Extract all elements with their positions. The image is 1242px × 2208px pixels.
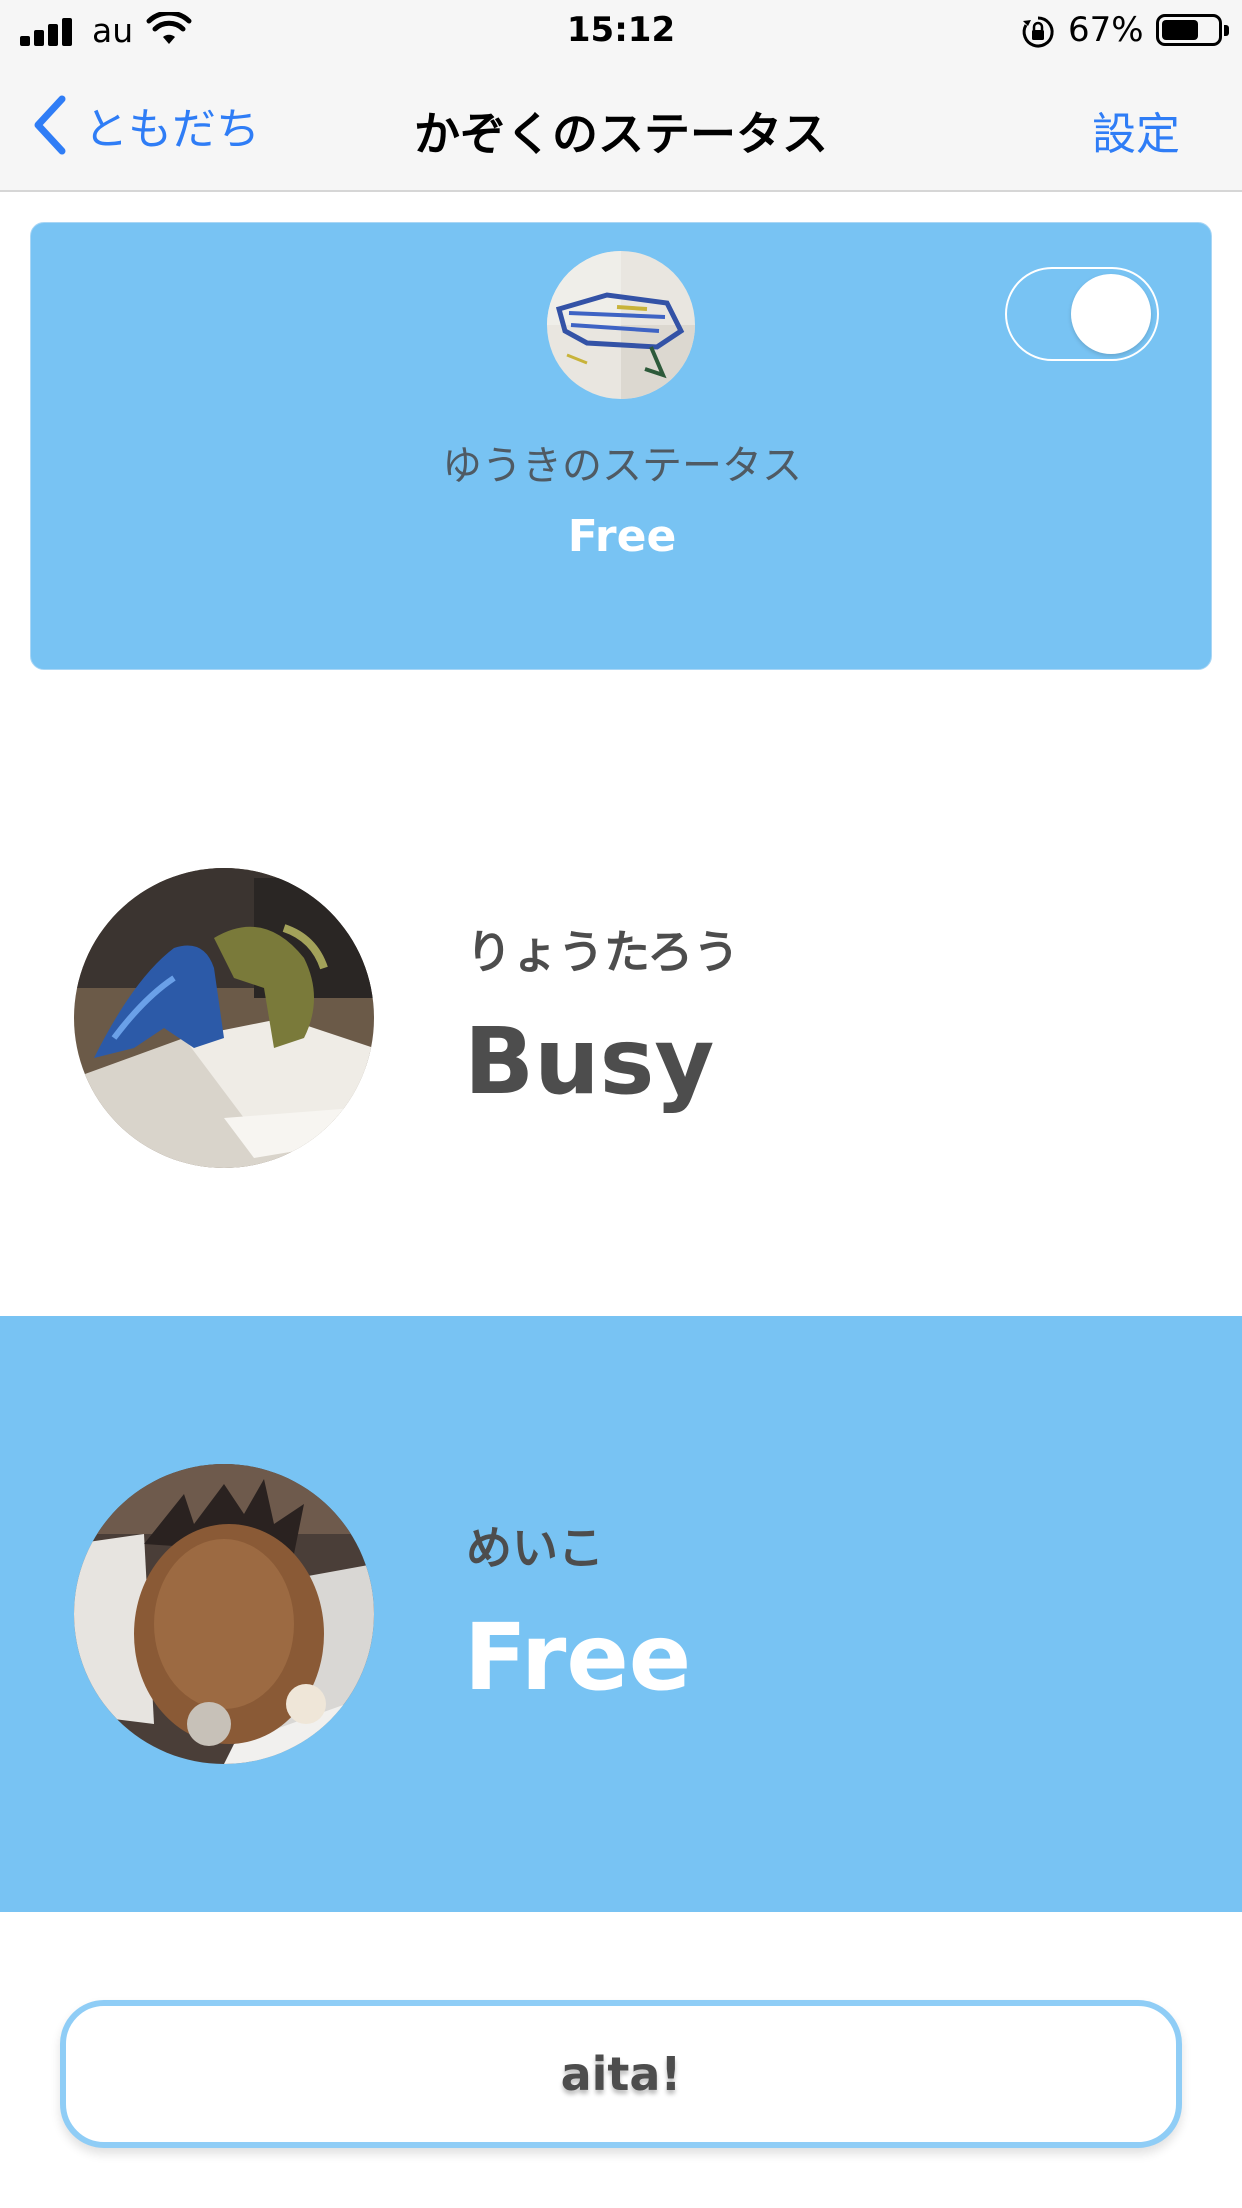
status-toggle[interactable] bbox=[1005, 267, 1159, 361]
member-name: りょうたろう bbox=[466, 925, 740, 979]
my-status-value: Free bbox=[567, 511, 677, 562]
member-status: Free bbox=[464, 1604, 692, 1711]
member-name: めいこ bbox=[466, 1521, 604, 1575]
settings-button[interactable]: 設定 bbox=[1092, 98, 1180, 162]
page-title: かぞくのステータス bbox=[414, 107, 828, 161]
my-status-card: ゆうきのステータス Free bbox=[30, 222, 1212, 670]
toggle-knob bbox=[1071, 274, 1151, 354]
status-bar: au 15:12 67% bbox=[0, 0, 1242, 62]
aita-button[interactable]: aita! bbox=[60, 2000, 1182, 2148]
member-status: Busy bbox=[464, 1008, 715, 1115]
family-member-row[interactable]: めいこ Free bbox=[0, 1316, 1242, 1912]
family-member-row[interactable]: りょうたろう Busy bbox=[0, 720, 1242, 1316]
aita-button-label: aita! bbox=[560, 2047, 682, 2101]
navigation-bar: ともだち かぞくのステータス 設定 bbox=[0, 62, 1242, 192]
my-avatar[interactable] bbox=[547, 251, 695, 399]
orientation-lock-icon bbox=[1022, 16, 1054, 48]
battery-icon bbox=[1156, 14, 1229, 46]
battery-percent: 67% bbox=[1068, 10, 1144, 50]
member-avatar bbox=[74, 1464, 374, 1764]
my-status-label: ゆうきのステータス bbox=[442, 443, 802, 489]
member-avatar bbox=[74, 868, 374, 1168]
